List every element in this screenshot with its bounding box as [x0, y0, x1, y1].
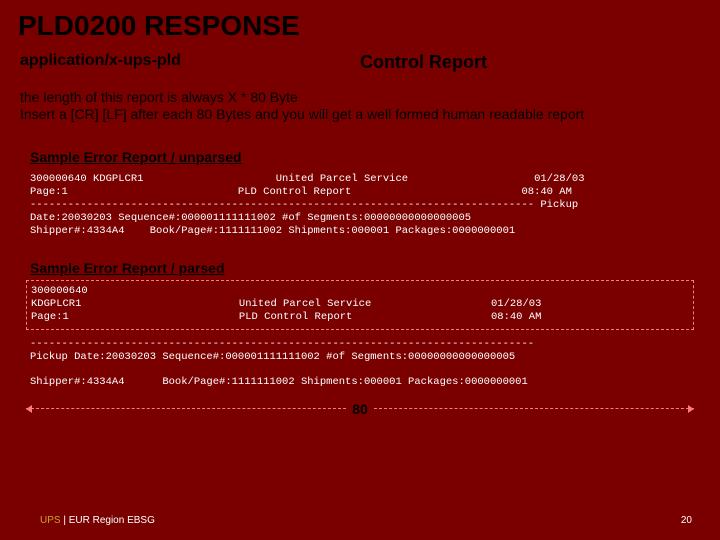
footer-left: UPS | EUR Region EBSG: [40, 515, 155, 526]
arrow-left-icon: [26, 408, 346, 409]
footer-sep: |: [61, 515, 69, 526]
unparsed-report-box: 300000640 KDGPLCR1 United Parcel Service…: [26, 169, 694, 243]
footer-brand: UPS: [40, 515, 61, 526]
parsed-report-box-3: Shipper#:4334A4 Book/Page#:1111111002 Sh…: [26, 372, 694, 393]
report-type-label: Control Report: [360, 52, 487, 73]
parsed-report-box-1: 300000640 KDGPLCR1 United Parcel Service…: [26, 280, 694, 329]
byte-width-value: 80: [346, 401, 374, 417]
subtitle-row: application/x-ups-pld Control Report: [0, 48, 720, 79]
mime-type-label: application/x-ups-pld: [20, 52, 360, 73]
parsed-report-box-2: ----------------------------------------…: [26, 334, 694, 368]
intro-line-2: Insert a [CR] [LF] after each 80 Bytes a…: [20, 106, 700, 123]
page-title: PLD0200 RESPONSE: [0, 0, 720, 48]
unparsed-report-text: 300000640 KDGPLCR1 United Parcel Service…: [30, 173, 690, 239]
byte-width-indicator: 80: [26, 399, 694, 419]
parsed-report-text-1: 300000640 KDGPLCR1 United Parcel Service…: [31, 285, 689, 324]
section-parsed-label: Sample Error Report / parsed: [0, 242, 720, 280]
parsed-report-text-2: ----------------------------------------…: [30, 338, 690, 364]
section-unparsed-label: Sample Error Report / unparsed: [0, 131, 720, 169]
footer: UPS | EUR Region EBSG 20: [0, 515, 720, 526]
slide: PLD0200 RESPONSE application/x-ups-pld C…: [0, 0, 720, 540]
parsed-report-text-3: Shipper#:4334A4 Book/Page#:1111111002 Sh…: [30, 376, 690, 389]
page-number: 20: [681, 515, 692, 526]
footer-region: EUR Region EBSG: [69, 515, 155, 526]
arrow-right-icon: [374, 408, 694, 409]
intro-text: the length of this report is always X * …: [0, 79, 720, 131]
intro-line-1: the length of this report is always X * …: [20, 89, 700, 106]
